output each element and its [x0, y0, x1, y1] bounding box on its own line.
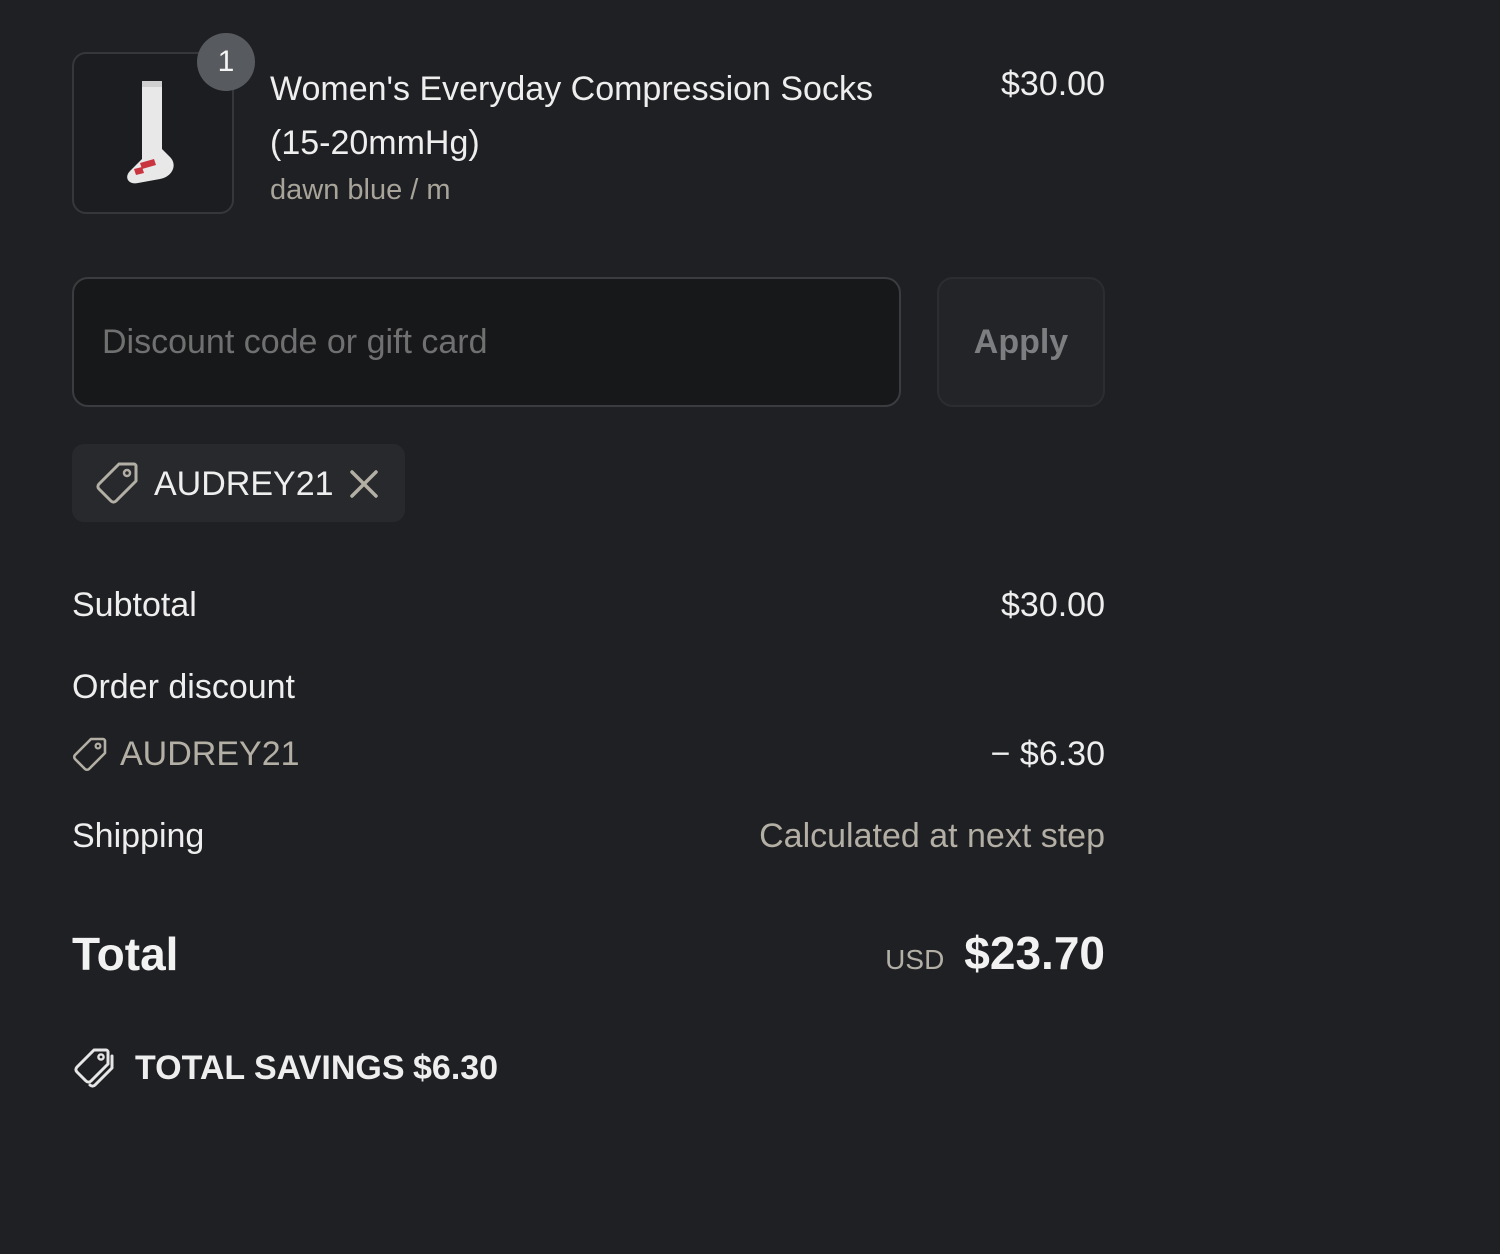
product-price: $30.00: [1001, 65, 1105, 103]
subtotal-label: Subtotal: [72, 586, 197, 624]
applied-discount-chip: AUDREY21: [72, 444, 405, 522]
quantity-badge: 1: [197, 33, 255, 91]
order-discount-value: − $6.30: [990, 735, 1105, 773]
shipping-label: Shipping: [72, 817, 205, 855]
shipping-value: Calculated at next step: [759, 817, 1105, 855]
total-amount: $23.70: [964, 927, 1105, 979]
subtotal-value: $30.00: [1001, 586, 1105, 624]
tag-icon: [96, 462, 138, 504]
apply-button[interactable]: Apply: [937, 277, 1105, 407]
tag-icon: [72, 737, 107, 772]
order-discount-code: AUDREY21: [120, 735, 300, 773]
total-value-group: USD $23.70: [885, 926, 1105, 980]
total-savings-label: TOTAL SAVINGS: [135, 1049, 405, 1087]
total-label: Total: [72, 928, 179, 980]
product-name: Women's Everyday Compression Socks (15-2…: [270, 70, 873, 162]
discount-code-input[interactable]: [72, 277, 901, 407]
tags-icon: [74, 1048, 114, 1088]
total-savings-value: $6.30: [413, 1049, 499, 1087]
currency-code: USD: [885, 944, 945, 975]
applied-code-label: AUDREY21: [154, 465, 334, 503]
remove-code-icon[interactable]: [344, 464, 384, 504]
sock-icon: [127, 81, 174, 184]
cart-line-item: 1 Women's Everyday Compression Socks (15…: [72, 33, 1105, 216]
product-variant: dawn blue / m: [270, 174, 451, 206]
order-discount-label: Order discount: [72, 668, 295, 706]
